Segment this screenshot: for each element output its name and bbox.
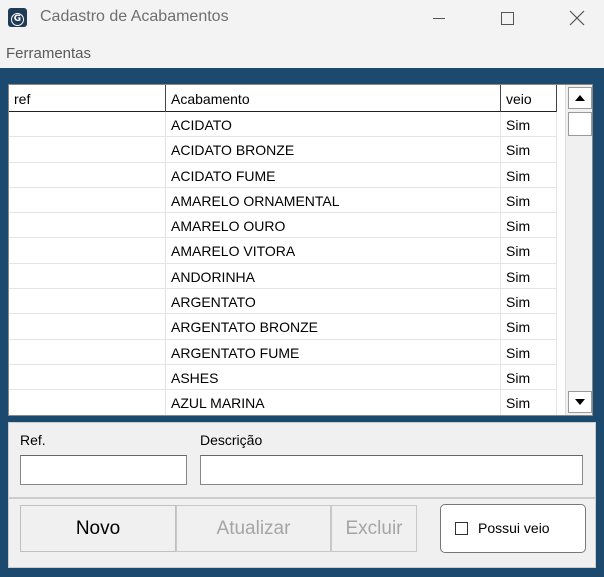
cell-veio: Sim bbox=[501, 137, 557, 162]
minimize-icon bbox=[433, 17, 445, 19]
actions-panel: Novo Atualizar Excluir Possui veio bbox=[8, 498, 596, 568]
cell-ref bbox=[9, 187, 166, 213]
ref-input[interactable] bbox=[20, 455, 187, 485]
menu-bar: Ferramentas bbox=[0, 40, 604, 68]
cell-acabamento: ARGENTATO BRONZE bbox=[166, 314, 501, 339]
cell-acabamento: ACIDATO FUME bbox=[166, 162, 501, 187]
table-row[interactable]: AMARELO ORNAMENTAL Sim bbox=[9, 187, 557, 214]
cell-acabamento: AMARELO VITORA bbox=[166, 238, 501, 263]
cell-veio: Sim bbox=[501, 364, 557, 390]
close-icon bbox=[569, 10, 585, 26]
cell-acabamento: ANDORINHA bbox=[166, 263, 501, 289]
cell-veio: Sim bbox=[501, 390, 557, 415]
possui-veio-group: Possui veio bbox=[440, 504, 586, 553]
cell-acabamento: AZUL MARINA bbox=[166, 390, 501, 415]
cell-ref bbox=[9, 238, 166, 263]
descricao-input[interactable] bbox=[200, 455, 583, 485]
maximize-icon bbox=[500, 11, 514, 25]
column-header-veio[interactable]: veio bbox=[501, 85, 557, 112]
arrow-up-icon bbox=[575, 95, 585, 101]
grid-rows: ACIDATO Sim ACIDATO BRONZE Sim ACIDATO FUME S… bbox=[9, 112, 557, 415]
table-row[interactable]: ACIDATO Sim bbox=[9, 112, 557, 138]
cell-ref bbox=[9, 213, 166, 238]
excluir-button[interactable]: Excluir bbox=[331, 505, 417, 552]
table-row[interactable]: AZUL MARINA Sim bbox=[9, 390, 557, 415]
cell-acabamento: ASHES bbox=[166, 364, 501, 390]
cell-ref bbox=[9, 263, 166, 289]
column-header-acabamento[interactable]: Acabamento bbox=[166, 85, 501, 112]
cell-ref bbox=[9, 339, 166, 364]
column-header-ref[interactable]: ref bbox=[9, 85, 166, 112]
window-title: Cadastro de Acabamentos bbox=[40, 8, 229, 25]
title-bar: G Cadastro de Acabamentos bbox=[0, 0, 604, 40]
scroll-down-button[interactable] bbox=[568, 391, 592, 413]
possui-veio-label[interactable]: Possui veio bbox=[478, 520, 550, 536]
descricao-label: Descrição bbox=[200, 432, 263, 448]
cell-ref bbox=[9, 137, 166, 162]
possui-veio-checkbox[interactable] bbox=[455, 522, 468, 535]
table-row[interactable]: ACIDATO FUME Sim bbox=[9, 162, 557, 188]
scroll-up-button[interactable] bbox=[568, 87, 592, 109]
table-row[interactable]: ACIDATO BRONZE Sim bbox=[9, 137, 557, 163]
atualizar-button[interactable]: Atualizar bbox=[176, 505, 331, 552]
cell-veio: Sim bbox=[501, 339, 557, 364]
cell-ref bbox=[9, 162, 166, 187]
table-row[interactable]: ARGENTATO FUME Sim bbox=[9, 339, 557, 365]
cell-acabamento: ARGENTATO bbox=[166, 289, 501, 314]
cell-acabamento: AMARELO OURO bbox=[166, 213, 501, 238]
vertical-scrollbar[interactable] bbox=[565, 85, 592, 415]
table-row[interactable]: ANDORINHA Sim bbox=[9, 263, 557, 290]
cell-veio: Sim bbox=[501, 187, 557, 213]
table-row[interactable]: AMARELO OURO Sim bbox=[9, 213, 557, 239]
ref-label: Ref. bbox=[20, 432, 46, 448]
cell-acabamento: ACIDATO bbox=[166, 112, 501, 137]
cell-acabamento: ARGENTATO FUME bbox=[166, 339, 501, 364]
table-row[interactable]: ARGENTATO Sim bbox=[9, 289, 557, 315]
arrow-down-icon bbox=[575, 399, 585, 405]
scroll-thumb[interactable] bbox=[568, 112, 592, 136]
table-row[interactable]: AMARELO VITORA Sim bbox=[9, 238, 557, 264]
table-row[interactable]: ASHES Sim bbox=[9, 364, 557, 391]
acabamentos-grid[interactable]: ref Acabamento veio ACIDATO Sim ACIDATO BR… bbox=[8, 84, 593, 416]
grid-header: ref Acabamento veio bbox=[9, 85, 557, 112]
cell-ref bbox=[9, 364, 166, 390]
table-row[interactable]: ARGENTATO BRONZE Sim bbox=[9, 314, 557, 340]
cell-veio: Sim bbox=[501, 238, 557, 263]
cell-veio: Sim bbox=[501, 314, 557, 339]
cell-veio: Sim bbox=[501, 289, 557, 314]
cell-veio: Sim bbox=[501, 213, 557, 238]
maximize-button[interactable] bbox=[484, 0, 530, 36]
cell-ref bbox=[9, 314, 166, 339]
cell-veio: Sim bbox=[501, 263, 557, 289]
cell-acabamento: AMARELO ORNAMENTAL bbox=[166, 187, 501, 213]
cell-acabamento: ACIDATO BRONZE bbox=[166, 137, 501, 162]
minimize-button[interactable] bbox=[416, 0, 462, 36]
close-button[interactable] bbox=[554, 0, 600, 36]
cell-veio: Sim bbox=[501, 162, 557, 187]
cell-ref bbox=[9, 390, 166, 415]
menu-ferramentas[interactable]: Ferramentas bbox=[6, 45, 91, 62]
cell-ref bbox=[9, 289, 166, 314]
cell-veio: Sim bbox=[501, 112, 557, 137]
cell-ref bbox=[9, 112, 166, 137]
novo-button[interactable]: Novo bbox=[20, 505, 176, 552]
edit-panel: Ref. Descrição bbox=[8, 422, 596, 498]
app-icon: G bbox=[8, 8, 27, 27]
